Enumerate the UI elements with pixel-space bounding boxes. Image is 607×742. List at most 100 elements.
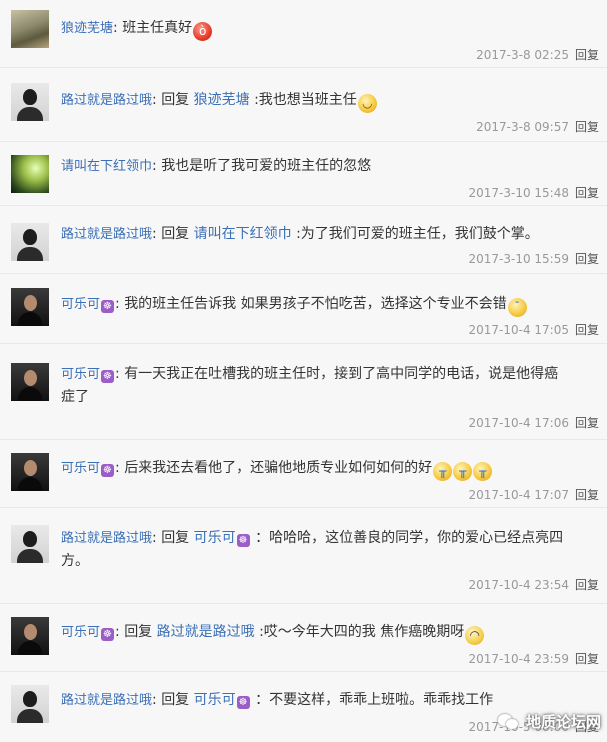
comment-meta: 2017-10-4 17:05 回复 bbox=[468, 321, 599, 338]
comment-body: 狼迹芜塘: 班主任真好 ò bbox=[61, 18, 599, 41]
commenter-name[interactable]: 可乐可 bbox=[61, 461, 100, 476]
comment-meta: 2017-10-4 17:07 回复 bbox=[468, 486, 599, 503]
crying-face-icon: ╥ bbox=[433, 462, 453, 481]
comment-body: 路过就是路过哦: 回复 可乐可 ☸ ：不要这样，乖乖上班啦。乖乖找工作 bbox=[61, 692, 494, 709]
reply-target-name[interactable]: 请叫在下红领巾 bbox=[194, 226, 292, 242]
comment-meta: 2017-10-4 17:06 回复 bbox=[468, 414, 599, 431]
comment-body: 可乐可 ☸: 后来我还去看他了，还骗他地质专业如何如何的好 ╥ ╥ ╥ bbox=[61, 458, 599, 481]
reply-link[interactable]: 回复 bbox=[575, 323, 599, 337]
comment-body: 可乐可 ☸: 我的班主任告诉我 如果男孩子不怕吃苦，选择这个专业不会错 ¯ bbox=[61, 294, 599, 317]
comment-item: 可乐可 ☸: 回复 路过就是路过哦 :哎～今年大四的我 焦作癌晚期呀 ◠ 2017-… bbox=[0, 610, 607, 672]
comment-item: 路过就是路过哦: 回复 可乐可 ☸ ：哈哈哈，这位善良的同学，你的爱心已经点亮四 … bbox=[0, 516, 607, 604]
sweat-face-icon: ¯ bbox=[507, 298, 527, 317]
timestamp: 2017-10-4 17:07 bbox=[468, 488, 569, 502]
comment-text-line-2: 症了 bbox=[61, 389, 89, 405]
member-badge-icon: ☸ bbox=[236, 696, 250, 709]
reply-link[interactable]: 回复 bbox=[575, 120, 599, 134]
comment-meta: 2017-3-8 02:25 回复 bbox=[476, 46, 599, 63]
timestamp: 2017-3-8 02:25 bbox=[476, 48, 569, 62]
comment-body: 请叫在下红领巾: 我也是听了我可爱的班主任的忽悠 bbox=[61, 158, 372, 174]
comment-text: :我也想当班主任 bbox=[254, 92, 357, 108]
reply-prefix: 回复 bbox=[161, 92, 190, 108]
reply-link[interactable]: 回复 bbox=[575, 652, 599, 666]
comment-text-line-1: 有一天我正在吐槽我的班主任时，接到了高中同学的电话，说是他得癌 bbox=[124, 366, 559, 382]
comment-item: 请叫在下红领巾: 我也是听了我可爱的班主任的忽悠 2017-3-10 15:48… bbox=[0, 146, 607, 206]
crying-face-icon: ╥ bbox=[473, 462, 493, 481]
commenter-name[interactable]: 路过就是路过哦 bbox=[61, 531, 152, 546]
comment-body: 路过就是路过哦: 回复 狼迹芜塘 :我也想当班主任 ◡ bbox=[61, 90, 599, 113]
member-badge-icon: ☸ bbox=[101, 370, 115, 383]
comment-text: 班主任真好 bbox=[122, 20, 193, 36]
comment-body-wrap: 症了 bbox=[61, 387, 599, 407]
avatar[interactable] bbox=[11, 223, 49, 261]
member-badge-icon: ☸ bbox=[101, 464, 115, 477]
commenter-name[interactable]: 请叫在下红领巾 bbox=[61, 159, 152, 174]
commenter-name[interactable]: 路过就是路过哦 bbox=[61, 93, 152, 108]
comment-item: 可乐可 ☸: 有一天我正在吐槽我的班主任时，接到了高中同学的电话，说是他得癌 症了… bbox=[0, 352, 607, 440]
reply-target-name[interactable]: 狼迹芜塘 bbox=[194, 92, 250, 108]
comment-text: :为了我们可爱的班主任，我们鼓个掌。 bbox=[296, 226, 539, 242]
reply-link[interactable]: 回复 bbox=[575, 578, 599, 592]
comment-meta: 2017-3-10 15:59 回复 bbox=[468, 250, 599, 267]
comment-item: 狼迹芜塘: 班主任真好 ò 2017-3-8 02:25 回复 bbox=[0, 6, 607, 68]
chat-bubble-logo-icon bbox=[496, 710, 520, 732]
avatar[interactable] bbox=[11, 685, 49, 723]
member-badge-icon: ☸ bbox=[236, 534, 250, 547]
reply-prefix: 回复 bbox=[161, 530, 190, 546]
comment-meta: 2017-10-4 23:54 回复 bbox=[468, 576, 599, 593]
reply-link[interactable]: 回复 bbox=[575, 252, 599, 266]
timestamp: 2017-10-4 23:59 bbox=[468, 652, 569, 666]
comment-body: 可乐可 ☸: 有一天我正在吐槽我的班主任时，接到了高中同学的电话，说是他得癌 bbox=[61, 366, 559, 383]
comment-text: ：不要这样，乖乖上班啦。乖乖找工作 bbox=[255, 692, 494, 708]
comment-item: 可乐可 ☸: 后来我还去看他了，还骗他地质专业如何如何的好 ╥ ╥ ╥ 2017-10-… bbox=[0, 446, 607, 508]
comment-body: 路过就是路过哦: 回复 请叫在下红领巾 :为了我们可爱的班主任，我们鼓个掌。 bbox=[61, 226, 539, 242]
timestamp: 2017-10-4 23:54 bbox=[468, 578, 569, 592]
comment-text: :哎～今年大四的我 焦作癌晚期呀 bbox=[259, 624, 465, 640]
comment-meta: 2017-3-8 09:57 回复 bbox=[476, 118, 599, 135]
commenter-name[interactable]: 可乐可 bbox=[61, 625, 100, 640]
commenter-name[interactable]: 可乐可 bbox=[61, 297, 100, 312]
cool-face-icon: ◠ bbox=[465, 626, 485, 645]
comment-item: 可乐可 ☸: 我的班主任告诉我 如果男孩子不怕吃苦，选择这个专业不会错 ¯ 2017… bbox=[0, 282, 607, 344]
timestamp: 2017-3-10 15:59 bbox=[468, 252, 569, 266]
avatar[interactable] bbox=[11, 525, 49, 563]
reply-link[interactable]: 回复 bbox=[575, 48, 599, 62]
commenter-name[interactable]: 路过就是路过哦 bbox=[61, 693, 152, 708]
comment-meta: 2017-10-4 23:59 回复 bbox=[468, 650, 599, 667]
commenter-name[interactable]: 可乐可 bbox=[61, 367, 100, 382]
reply-link[interactable]: 回复 bbox=[575, 186, 599, 200]
comment-meta: 2017-3-10 15:48 回复 bbox=[468, 184, 599, 201]
timestamp: 2017-10-4 17:05 bbox=[468, 323, 569, 337]
comment-item: 路过就是路过哦: 回复 请叫在下红领巾 :为了我们可爱的班主任，我们鼓个掌。 2… bbox=[0, 214, 607, 274]
reply-link[interactable]: 回复 bbox=[575, 488, 599, 502]
commenter-name[interactable]: 狼迹芜塘 bbox=[61, 21, 113, 36]
reply-prefix: 回复 bbox=[161, 692, 190, 708]
avatar[interactable] bbox=[11, 83, 49, 121]
reply-target-name[interactable]: 可乐可 bbox=[194, 530, 236, 546]
timestamp: 2017-3-8 09:57 bbox=[476, 120, 569, 134]
comment-body-wrap: 方。 bbox=[61, 551, 599, 571]
comment-body: 可乐可 ☸: 回复 路过就是路过哦 :哎～今年大四的我 焦作癌晚期呀 ◠ bbox=[61, 622, 599, 645]
reply-link[interactable]: 回复 bbox=[575, 416, 599, 430]
comment-text-line-2: 方。 bbox=[61, 553, 89, 569]
crying-face-icon: ╥ bbox=[453, 462, 473, 481]
timestamp: 2017-3-10 15:48 bbox=[468, 186, 569, 200]
comment-text: 后来我还去看他了，还骗他地质专业如何如何的好 bbox=[124, 460, 433, 476]
timestamp: 2017-10-4 17:06 bbox=[468, 416, 569, 430]
avatar[interactable] bbox=[11, 288, 49, 326]
avatar[interactable] bbox=[11, 363, 49, 401]
avatar[interactable] bbox=[11, 10, 49, 48]
avatar[interactable] bbox=[11, 617, 49, 655]
comment-text-line-1: ：哈哈哈，这位善良的同学，你的爱心已经点亮四 bbox=[255, 530, 564, 546]
reply-target-name[interactable]: 路过就是路过哦 bbox=[157, 624, 255, 640]
angry-face-icon: ò bbox=[193, 22, 213, 41]
comment-text: 我也是听了我可爱的班主任的忽悠 bbox=[161, 158, 372, 174]
comment-text: 我的班主任告诉我 如果男孩子不怕吃苦，选择这个专业不会错 bbox=[124, 296, 507, 312]
avatar[interactable] bbox=[11, 453, 49, 491]
watermark: 地质论坛网 bbox=[496, 710, 601, 732]
reply-prefix: 回复 bbox=[124, 624, 153, 640]
avatar[interactable] bbox=[11, 155, 49, 193]
reply-target-name[interactable]: 可乐可 bbox=[194, 692, 236, 708]
commenter-name[interactable]: 路过就是路过哦 bbox=[61, 227, 152, 242]
watermark-text: 地质论坛网 bbox=[525, 712, 601, 731]
